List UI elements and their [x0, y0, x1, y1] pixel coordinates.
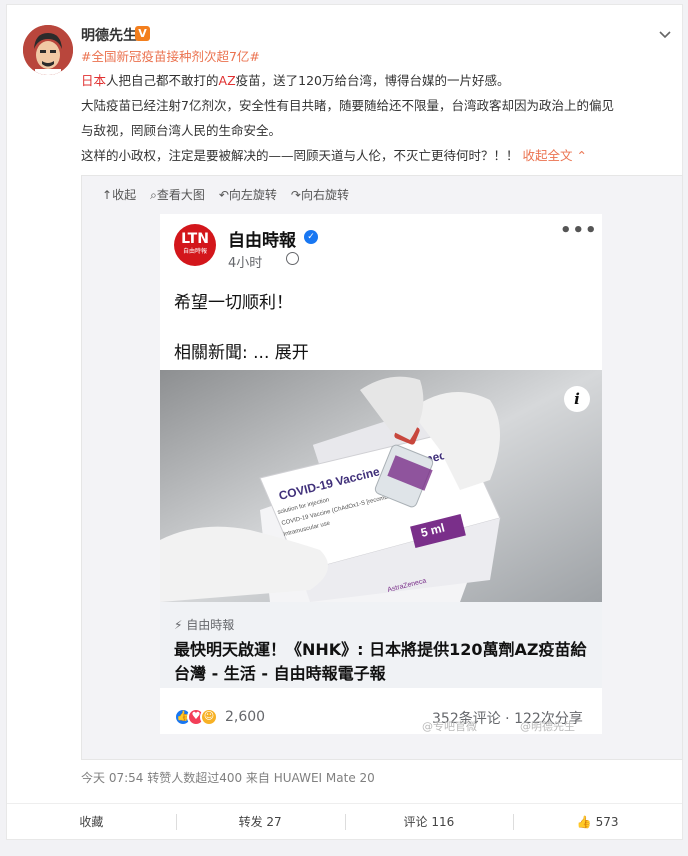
post-time: 4小时 [228, 256, 263, 271]
globe-icon [286, 252, 299, 265]
related-news: 相關新聞: ... 展开 [174, 343, 309, 363]
expand-link: 展开 [274, 343, 309, 363]
media-container: ↑收起 ⌕查看大图 ↶向左旋转 ↷向右旋转 LTN 自由時報 自由時報 ✓ 4小时… [81, 175, 683, 760]
text-segment: 疫苗，送了120万给台湾，博得台媒的一片好感。 [235, 73, 510, 88]
collapse-media-button[interactable]: ↑收起 [102, 186, 136, 203]
care-reaction-icon: ☺ [200, 708, 218, 726]
fb-post-text: 希望一切顺利！ [174, 293, 293, 313]
rotate-left-button[interactable]: ↶向左旋转 [219, 186, 277, 203]
text-segment: 这样的小政权，注定是要被解决的——罔顾天道与人伦，不灭亡更待何时？！！ [81, 148, 519, 163]
watermark-1: @专吧官微 [422, 720, 477, 733]
link-headline: 最快明天啟運！《NHK》: 日本將提供120萬劑AZ疫苗給台灣 - 生活 - 自… [174, 640, 587, 683]
media-toolbar: ↑收起 ⌕查看大图 ↶向左旋转 ↷向右旋转 [102, 186, 349, 203]
text-segment: 人把自己都不敢打的 [106, 73, 219, 88]
weibo-post-card: 明德先生 V #全国新冠疫苗接种剂次超7亿# 日本人把自己都不敢打的AZ疫苗，送… [6, 4, 683, 840]
watermark-2: @明德先生 [520, 720, 575, 733]
post-line-4: 这样的小政权，注定是要被解决的——罔顾天道与人伦，不灭亡更待何时？！！ 收起全文… [81, 146, 587, 166]
ltn-logo: LTN 自由時報 [174, 224, 216, 266]
post-line-2: 大陆疫苗已经注射7亿剂次，安全性有目共睹，随要随给还不限量，台湾政客却因为政治上… [81, 98, 614, 113]
comment-button[interactable]: 评论 116 [344, 804, 514, 839]
like-button[interactable]: 👍 573 [513, 804, 682, 839]
verified-badge-icon: V [135, 26, 150, 41]
repost-button[interactable]: 转发 27 [175, 804, 345, 839]
keyword-japan: 日本 [81, 73, 107, 88]
rotate-right-button[interactable]: ↷向右旋转 [291, 186, 349, 203]
page-name: 自由時報 [228, 231, 296, 251]
favorite-button[interactable]: 收藏 [7, 804, 176, 839]
info-icon: i [564, 386, 590, 412]
reactions: 👍 ♥ ☺ 2,600 [174, 708, 265, 726]
collapse-full-text-link[interactable]: 收起全文 ⌃ [523, 148, 587, 163]
post-line-1: 日本人把自己都不敢打的AZ疫苗，送了120万给台湾，博得台媒的一片好感。 [81, 71, 510, 91]
post-meta: 今天 07:54 转赞人数超过400 来自 HUAWEI Mate 20 [81, 771, 375, 785]
vaccine-photo: COVID-19 Vaccine AstraZeneca solution fo… [160, 370, 602, 602]
more-options-icon: ••• [560, 220, 598, 241]
link-source: ⚡ 自由時報 [174, 618, 235, 632]
keyword-az: AZ [218, 73, 236, 88]
view-large-button[interactable]: ⌕查看大图 [150, 186, 205, 203]
facebook-screenshot[interactable]: LTN 自由時報 自由時報 ✓ 4小时 ••• 希望一切顺利！ 相關新聞: ...… [160, 214, 602, 734]
verified-check-icon: ✓ [304, 230, 318, 244]
link-preview: ⚡ 自由時報 最快明天啟運！《NHK》: 日本將提供120萬劑AZ疫苗給台灣 -… [160, 602, 602, 688]
chevron-down-icon[interactable] [657, 27, 673, 43]
action-bar: 收藏 转发 27 评论 116 👍 573 [7, 803, 682, 839]
topic-link[interactable]: #全国新冠疫苗接种剂次超7亿# [81, 47, 260, 67]
post-line-3: 与敌视，罔顾台湾人民的生命安全。 [81, 123, 282, 138]
topic-tag[interactable]: #全国新冠疫苗接种剂次超7亿# [81, 49, 260, 64]
thumbs-up-icon: 👍 [576, 815, 592, 829]
username[interactable]: 明德先生 [81, 25, 137, 45]
user-avatar[interactable] [23, 25, 73, 75]
reactions-count: 2,600 [225, 709, 266, 725]
